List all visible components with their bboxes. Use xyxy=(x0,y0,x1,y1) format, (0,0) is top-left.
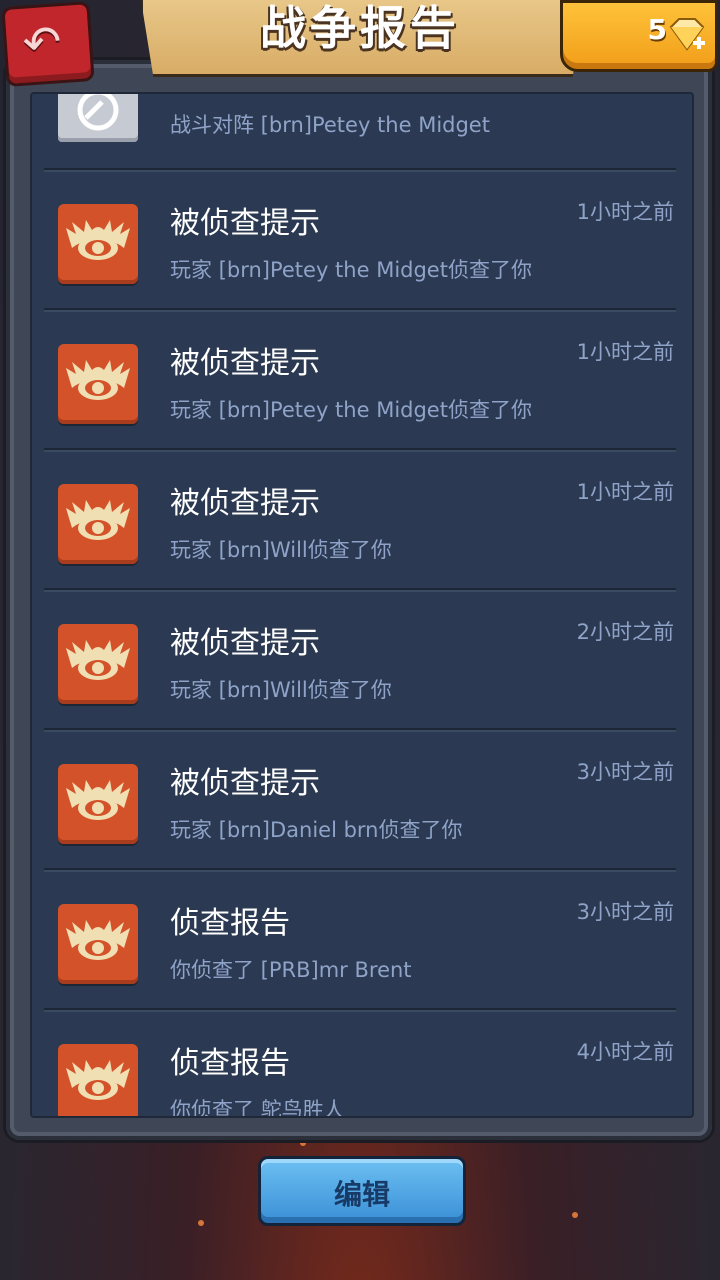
report-time: 3小时之前 xyxy=(576,760,674,784)
report-title: 被侦查提示 xyxy=(170,626,320,661)
report-title: 被侦查提示 xyxy=(170,486,320,521)
report-time: 1小时之前 xyxy=(576,340,674,364)
report-list-panel[interactable]: 战斗对阵 [brn]Petey the Midget 被侦查提示 玩家 [brn… xyxy=(30,92,694,1118)
report-title: 侦查报告 xyxy=(170,1046,290,1081)
scout-eye-icon xyxy=(58,904,138,984)
report-desc: 玩家 [brn]Petey the Midget侦查了你 xyxy=(170,398,532,422)
report-desc: 玩家 [brn]Petey the Midget侦查了你 xyxy=(170,258,532,282)
report-desc: 战斗对阵 [brn]Petey the Midget xyxy=(170,113,490,137)
report-title: 被侦查提示 xyxy=(170,766,320,801)
report-row[interactable]: 被侦查提示 玩家 [brn]Petey the Midget侦查了你 1小时之前 xyxy=(44,310,676,450)
scout-eye-icon xyxy=(58,204,138,284)
edit-button[interactable]: 编辑 xyxy=(258,1156,466,1226)
ember-spark xyxy=(572,1212,578,1218)
scout-eye-icon xyxy=(58,1044,138,1116)
back-button[interactable]: ↶ xyxy=(1,1,95,87)
scout-eye-icon xyxy=(58,624,138,704)
report-desc: 你侦查了 鸵鸟胜人 xyxy=(170,1098,345,1118)
report-time: 2小时之前 xyxy=(576,620,674,644)
report-desc: 玩家 [brn]Daniel brn侦查了你 xyxy=(170,818,463,842)
report-desc: 玩家 [brn]Will侦查了你 xyxy=(170,538,392,562)
scout-eye-icon xyxy=(58,344,138,424)
report-desc: 你侦查了 [PRB]mr Brent xyxy=(170,958,412,982)
battle-shield-icon xyxy=(58,94,138,142)
ember-spark xyxy=(300,1140,306,1146)
scout-eye-icon xyxy=(58,764,138,844)
gem-count: 5 xyxy=(647,13,667,46)
report-time: 1小时之前 xyxy=(576,200,674,224)
back-arrow-icon: ↶ xyxy=(21,14,64,71)
report-row[interactable]: 被侦查提示 玩家 [brn]Will侦查了你 1小时之前 xyxy=(44,450,676,590)
report-title: 被侦查提示 xyxy=(170,206,320,241)
report-row[interactable]: 战斗对阵 [brn]Petey the Midget xyxy=(44,94,676,170)
report-desc: 玩家 [brn]Will侦查了你 xyxy=(170,678,392,702)
edit-button-label: 编辑 xyxy=(333,1178,390,1211)
report-title: 侦查报告 xyxy=(170,906,290,941)
ember-spark xyxy=(198,1220,204,1226)
scout-eye-icon xyxy=(58,484,138,564)
gem-purchase-button[interactable]: 5 xyxy=(560,0,718,72)
report-row[interactable]: 侦查报告 你侦查了 [PRB]mr Brent 3小时之前 xyxy=(44,870,676,1010)
report-row[interactable]: 被侦查提示 玩家 [brn]Daniel brn侦查了你 3小时之前 xyxy=(44,730,676,870)
page-title: 战争报告 xyxy=(260,1,460,55)
report-row[interactable]: 被侦查提示 玩家 [brn]Will侦查了你 2小时之前 xyxy=(44,590,676,730)
report-time: 3小时之前 xyxy=(576,900,674,924)
report-time: 4小时之前 xyxy=(576,1040,674,1064)
report-time: 1小时之前 xyxy=(576,480,674,504)
report-row[interactable]: 被侦查提示 玩家 [brn]Petey the Midget侦查了你 1小时之前 xyxy=(44,170,676,310)
report-title: 被侦查提示 xyxy=(170,346,320,381)
report-row[interactable]: 侦查报告 你侦查了 鸵鸟胜人 4小时之前 xyxy=(44,1010,676,1118)
diamond-plus-icon xyxy=(669,18,705,51)
